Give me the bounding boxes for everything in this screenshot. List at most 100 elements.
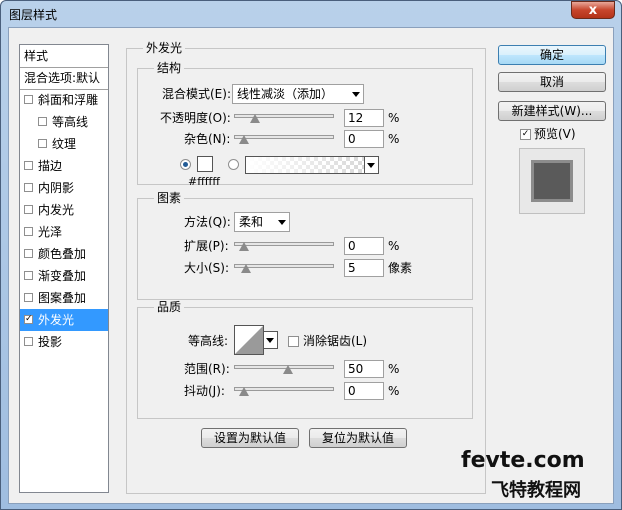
styles-list: 样式混合选项:默认斜面和浮雕等高线纹理描边内阴影内发光光泽颜色叠加渐变叠加图案叠… [19, 44, 109, 493]
quality-group: 品质 等高线: 消除锯齿(L) 范围(R): 50 % 抖动(J): 0 % [137, 300, 473, 419]
jitter-slider[interactable] [234, 387, 334, 396]
style-checkbox[interactable] [38, 117, 47, 126]
glow-gradient-picker[interactable] [245, 156, 365, 174]
noise-slider-thumb[interactable] [239, 135, 249, 144]
style-checkbox[interactable]: ✓ [24, 315, 33, 324]
outer-glow-group: 外发光 结构 混合模式(E): 线性减淡（添加） 不透明度(O): 12 % 杂… [126, 41, 486, 494]
opacity-percent: % [388, 111, 400, 125]
jitter-label: 抖动(J): [184, 384, 225, 398]
technique-value: 柔和 [239, 215, 264, 229]
style-checkbox[interactable] [24, 205, 33, 214]
opacity-slider[interactable] [234, 114, 334, 123]
dialog-client: 样式混合选项:默认斜面和浮雕等高线纹理描边内阴影内发光光泽颜色叠加渐变叠加图案叠… [8, 27, 614, 504]
close-button[interactable]: x [571, 1, 615, 19]
size-slider-thumb[interactable] [241, 264, 251, 273]
style-checkbox[interactable] [24, 249, 33, 258]
style-checkbox[interactable] [24, 95, 33, 104]
style-list-item[interactable]: 颜色叠加 [20, 243, 108, 265]
noise-slider[interactable] [234, 135, 334, 144]
opacity-slider-thumb[interactable] [250, 114, 260, 123]
style-checkbox[interactable] [24, 161, 33, 170]
size-slider[interactable] [234, 264, 334, 273]
preview-square [534, 163, 570, 199]
jitter-input[interactable]: 0 [344, 382, 384, 400]
size-unit: 像素 [388, 261, 413, 275]
style-list-label: 等高线 [52, 115, 89, 129]
style-list-item[interactable]: 内阴影 [20, 177, 108, 199]
color-radio[interactable] [180, 159, 191, 170]
range-slider-thumb[interactable] [283, 365, 293, 374]
preview-label: 预览(V) [534, 127, 576, 141]
structure-title: 结构 [154, 61, 185, 75]
style-list-item[interactable]: 混合选项:默认 [20, 67, 108, 90]
range-input[interactable]: 50 [344, 360, 384, 378]
jitter-slider-thumb[interactable] [239, 387, 249, 396]
noise-percent: % [388, 132, 400, 146]
style-list-item[interactable]: 描边 [20, 155, 108, 177]
style-list-item[interactable]: 样式 [20, 45, 108, 68]
style-list-label: 样式 [24, 49, 49, 63]
noise-input[interactable]: 0 [344, 130, 384, 148]
size-input[interactable]: 5 [344, 259, 384, 277]
opacity-input[interactable]: 12 [344, 109, 384, 127]
technique-label: 方法(Q): [184, 215, 231, 229]
outer-glow-title: 外发光 [143, 41, 186, 55]
style-list-item[interactable]: 纹理 [20, 133, 108, 155]
style-list-label: 投影 [38, 335, 63, 349]
style-checkbox[interactable] [24, 293, 33, 302]
watermark-site-name: 飞特教程网 [491, 480, 581, 501]
watermark-domain: fevte.com [461, 448, 585, 473]
style-preview-thumbnail [519, 148, 585, 214]
style-list-label: 斜面和浮雕 [38, 93, 99, 107]
spread-label: 扩展(P): [184, 239, 229, 253]
style-list-label: 光泽 [38, 225, 63, 239]
contour-dropdown-button[interactable] [264, 331, 278, 349]
contour-label: 等高线: [188, 334, 229, 348]
layer-style-dialog: 图层样式 x 样式 混合选项:默认 斜面和浮雕 等高线 纹理 描边 内阴影 内发光 光泽 颜色叠加… [0, 0, 622, 510]
style-list-item[interactable]: 等高线 [20, 111, 108, 133]
style-list-label: 外发光 [38, 313, 75, 327]
style-list-item[interactable]: 图案叠加 [20, 287, 108, 309]
preview-checkbox[interactable]: ✓ [520, 129, 531, 140]
cancel-button[interactable]: 取消 [498, 72, 606, 92]
range-label: 范围(R): [184, 362, 230, 376]
style-list-item[interactable]: ✓ 外发光 [20, 309, 108, 331]
style-list-label: 描边 [38, 159, 63, 173]
blend-mode-label: 混合模式(E): [162, 87, 231, 101]
antialias-checkbox[interactable] [288, 336, 299, 347]
style-list-label: 混合选项:默认 [24, 71, 101, 85]
new-style-button[interactable]: 新建样式(W)... [498, 101, 606, 121]
style-list-item[interactable]: 渐变叠加 [20, 265, 108, 287]
radio-selected-dot [183, 162, 188, 167]
make-default-button[interactable]: 设置为默认值 [201, 428, 299, 448]
style-checkbox[interactable] [38, 139, 47, 148]
spread-input[interactable]: 0 [344, 237, 384, 255]
range-percent: % [388, 362, 400, 376]
style-checkbox[interactable] [24, 271, 33, 280]
glow-color-swatch[interactable] [197, 156, 213, 172]
style-list-label: 渐变叠加 [38, 269, 87, 283]
style-list-label: 纹理 [52, 137, 77, 151]
style-list-label: 内发光 [38, 203, 75, 217]
spread-slider[interactable] [234, 242, 334, 251]
style-checkbox[interactable] [24, 227, 33, 236]
style-list-item[interactable]: 内发光 [20, 199, 108, 221]
spread-slider-thumb[interactable] [239, 242, 249, 251]
gradient-dropdown-button[interactable] [365, 156, 379, 174]
chevron-down-icon [278, 220, 286, 225]
gradient-radio[interactable] [228, 159, 239, 170]
style-list-item[interactable]: 投影 [20, 331, 108, 353]
style-list-item[interactable]: 光泽 [20, 221, 108, 243]
blend-mode-select[interactable]: 线性减淡（添加） [232, 84, 364, 104]
style-list-label: 图案叠加 [38, 291, 87, 305]
range-slider[interactable] [234, 365, 334, 374]
style-list-item[interactable]: 斜面和浮雕 [20, 89, 108, 111]
contour-picker[interactable] [234, 325, 264, 355]
style-checkbox[interactable] [24, 183, 33, 192]
technique-select[interactable]: 柔和 [234, 212, 290, 232]
reset-default-button[interactable]: 复位为默认值 [309, 428, 407, 448]
blend-mode-value: 线性减淡（添加） [237, 87, 334, 101]
size-label: 大小(S): [184, 261, 230, 275]
style-checkbox[interactable] [24, 337, 33, 346]
ok-button[interactable]: 确定 [498, 45, 606, 65]
